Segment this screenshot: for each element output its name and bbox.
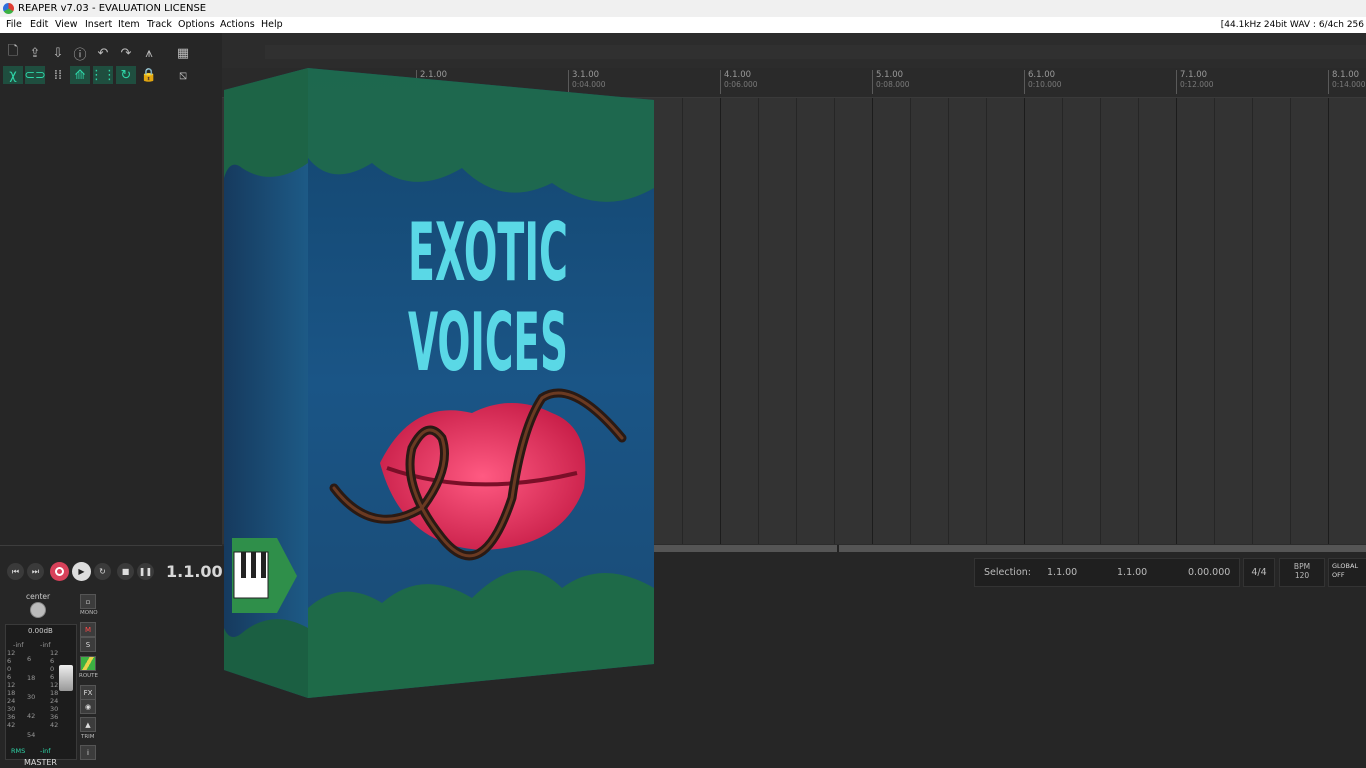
menu-options[interactable]: Options xyxy=(178,19,215,31)
main-toolbar: 🗋 ⇪ ⇩ ⓘ ↶ ↷ ⩚ ▦ χ ⊂⊃ ⁞⁞ ⟰ ⋮⋮ ↻ 🔒 ⧅ xyxy=(0,33,222,93)
pan-knob[interactable] xyxy=(30,602,46,618)
product-title-line1: EXOTIC xyxy=(408,206,568,299)
route-icon[interactable] xyxy=(80,656,96,671)
product-title-line2: VOICES xyxy=(408,296,568,389)
global-label: GLOBAL xyxy=(1332,562,1359,570)
fx-bypass-icon[interactable]: ◉ xyxy=(80,699,96,714)
play-button[interactable]: ▶ xyxy=(72,562,91,581)
pan-label: center xyxy=(26,592,51,601)
ruler-marker: 7.1.00 0:12.000 xyxy=(1176,70,1214,94)
mono-button[interactable]: ▫ xyxy=(80,594,96,609)
route-label: ROUTE xyxy=(79,673,99,679)
bpm-label: BPM xyxy=(1293,562,1311,571)
project-settings-icon[interactable]: ⓘ xyxy=(70,44,90,63)
volume-readout[interactable]: 0.00dB xyxy=(28,627,53,635)
volume-fader[interactable] xyxy=(59,665,73,691)
metronome-icon[interactable]: ⩚ xyxy=(139,44,159,62)
menu-track[interactable]: Track xyxy=(147,19,172,31)
rms-value: -inf xyxy=(40,747,51,755)
ruler-marker: 4.1.00 0:06.000 xyxy=(720,70,758,94)
selection-display[interactable]: Selection: 1.1.00 1.1.00 0.00.000 xyxy=(974,558,1240,587)
menu-edit[interactable]: Edit xyxy=(30,19,48,31)
open-project-icon[interactable]: ⇪ xyxy=(25,44,45,62)
undo-icon[interactable]: ↶ xyxy=(93,44,113,62)
audio-status[interactable]: [44.1kHz 24bit WAV : 6/4ch 256 xyxy=(1221,19,1364,31)
selection-length[interactable]: 0.00.000 xyxy=(1188,567,1230,578)
meter-scale-mid: 6 18 30 42 54 xyxy=(27,655,36,739)
mono-label: MONO xyxy=(80,610,98,616)
global-state[interactable]: OFF xyxy=(1332,571,1366,579)
ruler-marker: 5.1.00 0:08.000 xyxy=(872,70,910,94)
envelope-icon[interactable]: ⧅ xyxy=(173,66,193,84)
rms-label: RMS xyxy=(11,747,26,755)
peak-right[interactable]: -inf xyxy=(40,641,51,649)
product-box-art: EXOTIC VOICES xyxy=(224,68,654,698)
timeline-scrollbar[interactable] xyxy=(265,45,1366,59)
master-meter: 0.00dB -inf -inf 12 6 0 6 12 18 24 30 36… xyxy=(5,624,77,760)
time-signature[interactable]: 4/4 xyxy=(1243,558,1275,587)
marquee-icon[interactable]: ▦ xyxy=(173,44,193,62)
position-display[interactable]: 1.1.00 xyxy=(166,562,223,581)
selection-label: Selection: xyxy=(984,567,1031,578)
selection-end[interactable]: 1.1.00 xyxy=(1117,567,1147,578)
ruler-marker: 8.1.00 0:14.000 xyxy=(1328,70,1366,94)
title-bar: REAPER v7.03 - EVALUATION LICENSE xyxy=(0,0,1366,17)
info-button[interactable]: i xyxy=(80,745,96,760)
mute-button[interactable]: M xyxy=(80,622,96,637)
record-button[interactable] xyxy=(50,562,69,581)
reaper-logo-icon xyxy=(3,3,14,14)
lock-icon[interactable]: 🔒 xyxy=(139,66,159,84)
menu-actions[interactable]: Actions xyxy=(220,19,255,31)
track-control-panel[interactable] xyxy=(0,93,222,546)
pause-button[interactable]: ❚❚ xyxy=(137,563,154,580)
horizontal-scrollbar[interactable] xyxy=(654,545,1366,552)
stop-button[interactable]: ■ xyxy=(117,563,134,580)
product-box-image: EXOTIC VOICES xyxy=(222,68,656,698)
trim-icon[interactable]: ▲ xyxy=(80,717,96,732)
master-label: MASTER xyxy=(24,758,57,767)
ripple-editing-icon[interactable]: χ xyxy=(3,66,23,84)
menu-bar: File Edit View Insert Item Track Options… xyxy=(0,17,1366,33)
peak-left[interactable]: -inf xyxy=(13,641,24,649)
grid-lines-icon[interactable]: ⋮⋮ xyxy=(90,66,116,84)
bpm-value[interactable]: 120 xyxy=(1280,571,1324,580)
redo-icon[interactable]: ↷ xyxy=(116,44,136,62)
menu-item[interactable]: Item xyxy=(118,19,140,31)
loop-icon[interactable]: ↻ xyxy=(116,66,136,84)
save-project-icon[interactable]: ⇩ xyxy=(48,44,68,62)
meter-scale-left: 12 6 0 6 12 18 24 30 36 42 xyxy=(7,649,16,729)
ruler-marker: 6.1.00 0:10.000 xyxy=(1024,70,1062,94)
go-to-end-button[interactable]: ⏭ xyxy=(27,563,44,580)
go-to-start-button[interactable]: ⏮ xyxy=(7,563,24,580)
bpm-display[interactable]: BPM 120 xyxy=(1279,558,1325,587)
fx-button[interactable]: FX xyxy=(80,685,96,700)
trim-label: TRIM xyxy=(81,734,95,740)
solo-button[interactable]: S xyxy=(80,637,96,652)
window-title: REAPER v7.03 - EVALUATION LICENSE xyxy=(18,3,207,14)
menu-view[interactable]: View xyxy=(55,19,78,31)
grouping-icon[interactable]: ⊂⊃ xyxy=(24,66,46,84)
global-automation[interactable]: GLOBAL OFF xyxy=(1328,558,1366,587)
snap-icon[interactable]: ⟰ xyxy=(70,66,90,84)
selection-start[interactable]: 1.1.00 xyxy=(1047,567,1077,578)
menu-file[interactable]: File xyxy=(6,19,22,31)
new-project-icon[interactable]: 🗋 xyxy=(3,44,23,62)
menu-insert[interactable]: Insert xyxy=(85,19,112,31)
menu-help[interactable]: Help xyxy=(261,19,283,31)
grid-icon[interactable]: ⁞⁞ xyxy=(48,66,68,84)
repeat-button[interactable]: ↻ xyxy=(94,563,111,580)
